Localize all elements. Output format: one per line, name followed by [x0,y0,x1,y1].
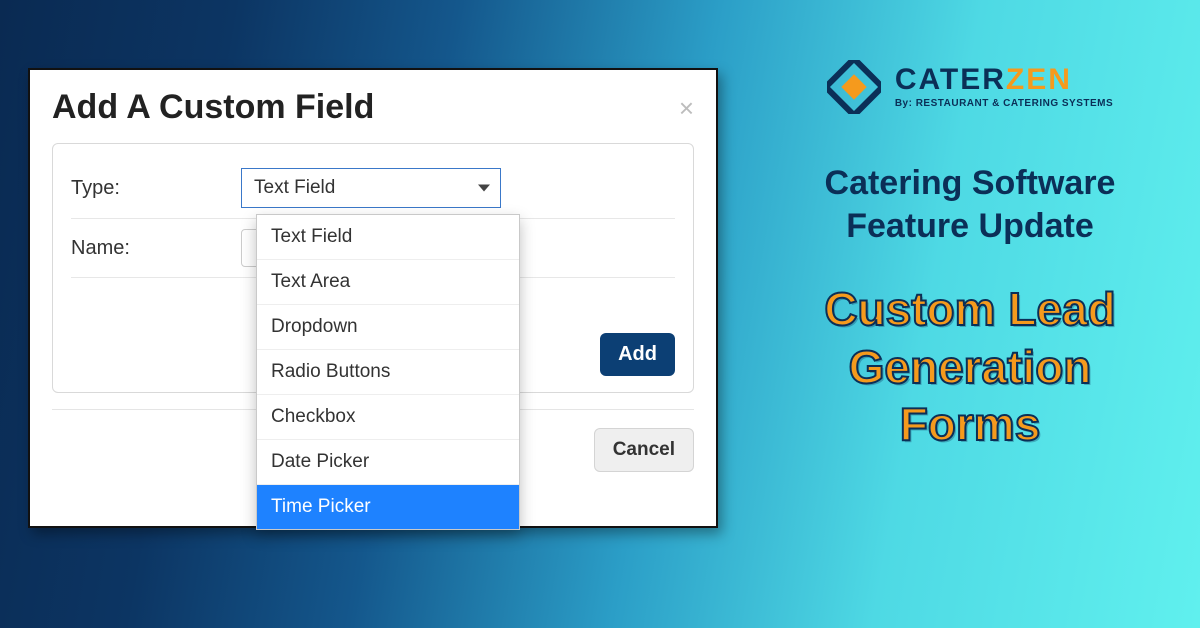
logo-byline: By: RESTAURANT & CATERING SYSTEMS [895,98,1113,109]
type-dropdown-menu[interactable]: Text Field Text Area Dropdown Radio Butt… [256,214,520,530]
type-select-value: Text Field [254,177,335,198]
headline-line: Custom Lead [780,281,1160,339]
logo-text: CATERZEN By: RESTAURANT & CATERING SYSTE… [895,65,1113,109]
subheading-line: Feature Update [780,205,1160,248]
close-icon[interactable]: × [679,95,694,121]
dropdown-option[interactable]: Text Field [257,215,519,259]
dropdown-option[interactable]: Checkbox [257,394,519,439]
dropdown-option-highlighted[interactable]: Time Picker [257,484,519,529]
promo-canvas: Add A Custom Field × Type: Text Field Na… [0,0,1200,628]
subheading: Catering Software Feature Update [780,162,1160,247]
logo-word-cater: CATER [895,63,1006,96]
cancel-button[interactable]: Cancel [594,428,694,472]
add-button[interactable]: Add [600,333,675,376]
logo-wordmark: CATERZEN [895,65,1113,95]
headline-line: Generation [780,339,1160,397]
modal-title: Add A Custom Field [52,88,374,127]
logo-mark-icon [827,60,881,114]
type-label: Type: [71,177,221,200]
type-row: Type: Text Field [71,158,675,219]
name-label: Name: [71,237,221,260]
logo-word-zen: ZEN [1006,63,1072,96]
dropdown-option[interactable]: Text Area [257,259,519,304]
brand-panel: CATERZEN By: RESTAURANT & CATERING SYSTE… [780,60,1160,454]
dropdown-option[interactable]: Dropdown [257,304,519,349]
headline-line: Forms [780,396,1160,454]
screenshot-frame: Add A Custom Field × Type: Text Field Na… [28,68,718,528]
dropdown-option[interactable]: Date Picker [257,439,519,484]
modal-header: Add A Custom Field × [30,70,716,137]
logo: CATERZEN By: RESTAURANT & CATERING SYSTE… [780,60,1160,114]
dropdown-option[interactable]: Radio Buttons [257,349,519,394]
subheading-line: Catering Software [780,162,1160,205]
headline: Custom Lead Generation Forms [780,281,1160,454]
type-select[interactable]: Text Field [241,168,501,208]
chevron-down-icon [478,185,490,192]
